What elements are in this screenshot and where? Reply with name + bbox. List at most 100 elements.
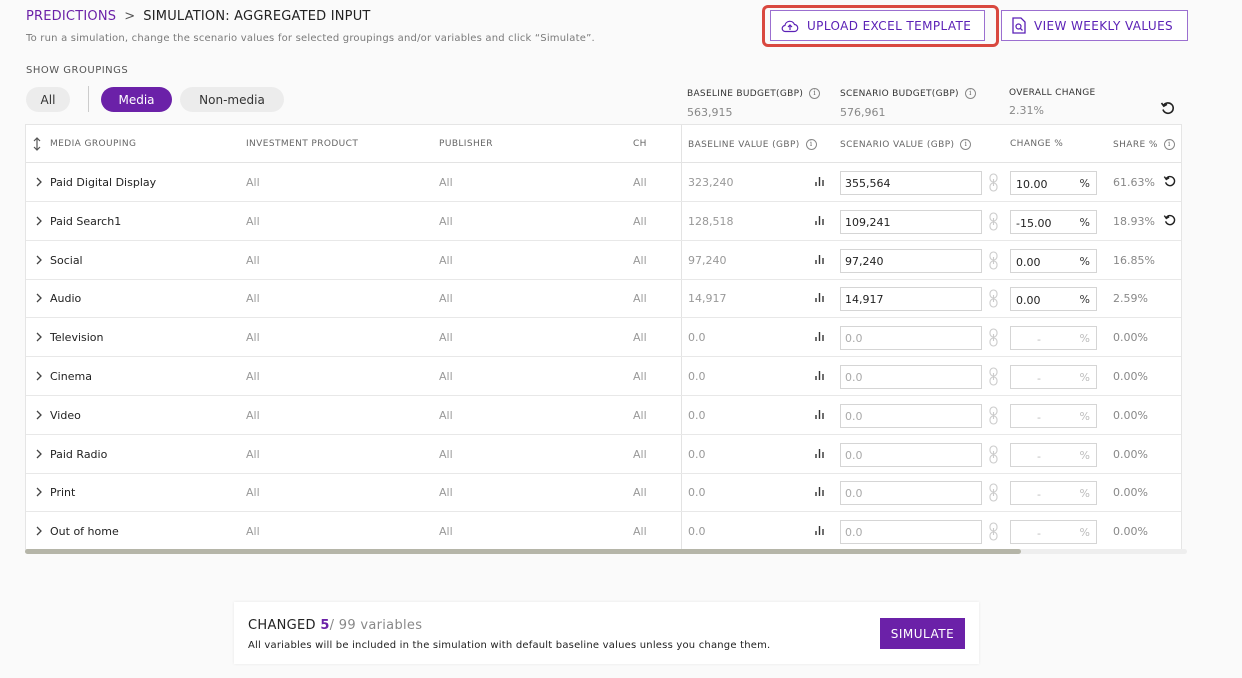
bar-chart-icon[interactable]	[814, 254, 825, 265]
bar-chart-icon[interactable]	[814, 292, 825, 303]
reset-all-icon[interactable]	[1160, 100, 1176, 116]
table-row[interactable]: Social All All All 97,240 97,240 0.00% 16.85%	[26, 241, 1181, 280]
chevron-right-icon[interactable]	[32, 485, 46, 499]
col-media-grouping[interactable]: MEDIA GROUPING	[50, 139, 136, 149]
info-icon[interactable]: i	[809, 88, 821, 99]
bar-chart-icon[interactable]	[814, 370, 825, 381]
share-percent-cell: 61.63%	[1113, 176, 1155, 189]
change-percent-input[interactable]: -%	[1010, 481, 1097, 506]
chevron-right-icon[interactable]	[32, 330, 46, 344]
ch-cell: All	[633, 525, 647, 539]
sort-icon[interactable]	[32, 137, 42, 151]
link-icon[interactable]	[988, 406, 999, 425]
scenario-value-input[interactable]: 14,917	[840, 287, 982, 312]
link-icon[interactable]	[988, 289, 999, 308]
change-percent-input[interactable]: -%	[1010, 326, 1097, 351]
publisher-cell: All	[439, 292, 453, 306]
bar-chart-icon[interactable]	[814, 448, 825, 459]
col-baseline-value-text: BASELINE VALUE (GBP)	[688, 139, 800, 150]
chevron-right-icon[interactable]	[32, 447, 46, 461]
link-icon[interactable]	[988, 173, 999, 192]
scenario-value-input[interactable]: 0.0	[840, 403, 982, 428]
change-percent-value: 0.00	[1016, 255, 1041, 269]
reset-row-icon[interactable]	[1163, 174, 1177, 188]
col-scenario-value[interactable]: SCENARIO VALUE (GBP) i	[840, 139, 972, 150]
change-percent-input[interactable]: -15.00%	[1010, 209, 1097, 234]
grouping-all-pill[interactable]: All	[26, 87, 70, 112]
col-publisher[interactable]: PUBLISHER	[439, 139, 493, 149]
link-icon[interactable]	[988, 328, 999, 347]
change-percent-input[interactable]: -%	[1010, 403, 1097, 428]
bar-chart-icon[interactable]	[814, 409, 825, 420]
change-percent-input[interactable]: -%	[1010, 520, 1097, 545]
link-icon[interactable]	[988, 445, 999, 464]
change-percent-input[interactable]: 10.00%	[1010, 171, 1097, 195]
info-icon[interactable]: i	[805, 139, 817, 150]
change-percent-value: -15.00	[1016, 216, 1052, 230]
scenario-value-input[interactable]: 355,564	[840, 171, 982, 195]
publisher-cell: All	[439, 331, 453, 345]
table-row[interactable]: Out of home All All All 0.0 0.0 -% 0.00%	[26, 512, 1181, 552]
grouping-nonmedia-pill[interactable]: Non-media	[180, 87, 284, 112]
table-row[interactable]: Paid Radio All All All 0.0 0.0 -% 0.00%	[26, 435, 1181, 474]
table-row[interactable]: Print All All All 0.0 0.0 -% 0.00%	[26, 473, 1181, 513]
chevron-right-icon[interactable]	[32, 291, 46, 305]
baseline-value-cell: 0.0	[688, 331, 706, 345]
info-icon[interactable]: i	[960, 139, 972, 150]
col-baseline-value[interactable]: BASELINE VALUE (GBP) i	[688, 139, 817, 150]
scenario-value-input[interactable]: 0.0	[840, 481, 982, 506]
change-percent-input[interactable]: 0.00%	[1010, 287, 1097, 312]
horizontal-scrollbar-thumb[interactable]	[25, 549, 1021, 554]
chevron-right-icon[interactable]	[32, 408, 46, 422]
link-icon[interactable]	[988, 251, 999, 270]
table-row[interactable]: Paid Search1 All All All 128,518 109,241 -15.0…	[26, 202, 1181, 241]
chevron-right-icon[interactable]	[32, 175, 46, 189]
change-percent-input[interactable]: 0.00%	[1010, 248, 1097, 273]
info-icon[interactable]: i	[1163, 139, 1175, 150]
upload-excel-template-button[interactable]: UPLOAD EXCEL TEMPLATE	[770, 10, 985, 41]
bar-chart-icon[interactable]	[814, 486, 825, 497]
table-row[interactable]: Audio All All All 14,917 14,917 0.00% 2.59%	[26, 279, 1181, 319]
grouping-media-pill[interactable]: Media	[101, 87, 172, 112]
link-icon[interactable]	[988, 483, 999, 502]
change-percent-input[interactable]: -%	[1010, 365, 1097, 389]
link-icon[interactable]	[988, 212, 999, 231]
table-row[interactable]: Video All All All 0.0 0.0 -% 0.00%	[26, 396, 1181, 435]
bar-chart-icon[interactable]	[814, 215, 825, 226]
col-ch[interactable]: CH	[633, 139, 647, 149]
link-icon[interactable]	[988, 367, 999, 386]
media-grouping-name: Television	[50, 331, 104, 345]
table-row[interactable]: Television All All All 0.0 0.0 -% 0.00%	[26, 318, 1181, 358]
change-percent-value: -	[1037, 527, 1041, 541]
col-investment-product[interactable]: INVESTMENT PRODUCT	[246, 139, 358, 149]
simulate-button[interactable]: SIMULATE	[880, 618, 965, 649]
chevron-right-icon[interactable]	[32, 253, 46, 267]
share-percent-cell: 0.00%	[1113, 525, 1148, 539]
chevron-right-icon[interactable]	[32, 369, 46, 383]
simulation-footer: CHANGED 5/ 99 variables All variables wi…	[234, 602, 979, 664]
col-share[interactable]: SHARE % i	[1113, 139, 1175, 150]
reset-row-icon[interactable]	[1163, 213, 1177, 227]
scenario-value-input[interactable]: 0.0	[840, 365, 982, 389]
chevron-right-icon[interactable]	[32, 524, 46, 538]
scenario-value-input[interactable]: 97,240	[840, 248, 982, 273]
publisher-cell: All	[439, 214, 453, 228]
table-row[interactable]: Cinema All All All 0.0 0.0 -% 0.00%	[26, 357, 1181, 396]
scenario-value-input[interactable]: 0.0	[840, 326, 982, 351]
scenario-value-input[interactable]: 0.0	[840, 442, 982, 467]
col-change[interactable]: CHANGE %	[1010, 139, 1063, 149]
ch-cell: All	[633, 292, 647, 306]
change-percent-input[interactable]: -%	[1010, 442, 1097, 467]
overall-change-label: OVERALL CHANGE	[1009, 88, 1096, 98]
view-weekly-values-button[interactable]: VIEW WEEKLY VALUES	[1001, 10, 1188, 41]
bar-chart-icon[interactable]	[814, 525, 825, 536]
info-icon[interactable]: i	[964, 88, 976, 99]
scenario-value-input[interactable]: 0.0	[840, 520, 982, 545]
scenario-value-input[interactable]: 109,241	[840, 209, 982, 234]
chevron-right-icon[interactable]	[32, 214, 46, 228]
table-row[interactable]: Paid Digital Display All All All 323,240 355,…	[26, 163, 1181, 202]
bar-chart-icon[interactable]	[814, 331, 825, 342]
bar-chart-icon[interactable]	[814, 176, 825, 187]
breadcrumb-predictions-link[interactable]: PREDICTIONS	[26, 9, 116, 24]
link-icon[interactable]	[988, 522, 999, 541]
